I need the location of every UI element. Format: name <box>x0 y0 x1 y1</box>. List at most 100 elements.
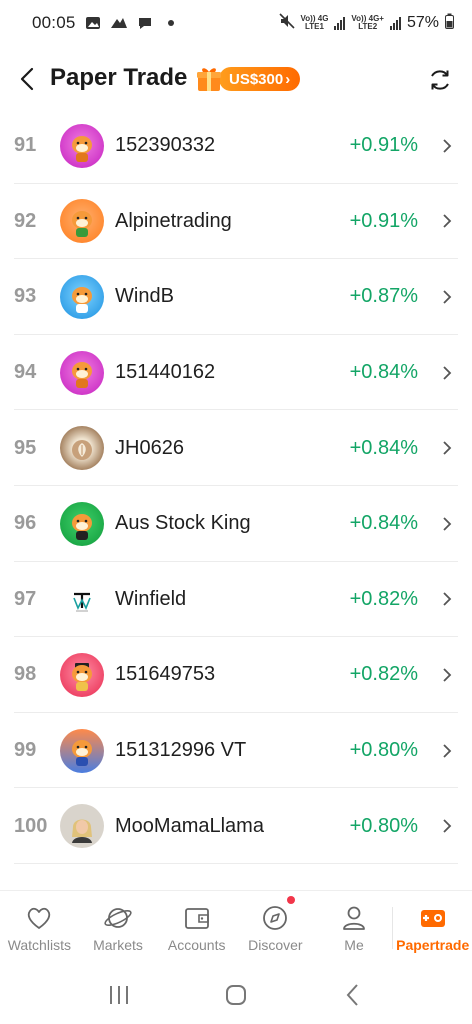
nav-label: Watchlists <box>7 937 71 953</box>
app-header: Paper Trade US$300 › <box>0 52 472 106</box>
rank: 97 <box>14 587 37 610</box>
planet-icon <box>104 908 132 928</box>
promo-chevron-icon: › <box>285 70 291 88</box>
winfield-logo-icon <box>73 593 91 612</box>
chevron-right-icon <box>440 289 454 305</box>
nav-watchlists[interactable]: Watchlists <box>0 891 79 960</box>
list-item[interactable]: 92 Alpinetrading +0.91% <box>0 184 472 260</box>
list-item[interactable]: 93 WindB +0.87% <box>0 259 472 335</box>
bull-mascot-icon <box>72 211 92 238</box>
list-item[interactable]: 98 151649753 +0.82% <box>0 637 472 713</box>
refresh-button[interactable] <box>426 66 454 94</box>
rank: 92 <box>14 209 37 232</box>
username: WindB <box>115 285 174 308</box>
nav-discover[interactable]: Discover <box>236 891 315 960</box>
gallery-icon <box>84 14 102 32</box>
list-item[interactable]: 94 151440162 +0.84% <box>0 335 472 411</box>
sim1-signal-icon <box>334 16 346 30</box>
return-percent: +0.84% <box>349 512 418 535</box>
username: 152390332 <box>115 134 216 157</box>
return-percent: +0.84% <box>349 436 418 459</box>
list-item[interactable]: 91 152390332 +0.91% <box>0 108 472 184</box>
nav-label: Discover <box>248 937 303 953</box>
refresh-icon <box>431 70 449 90</box>
avatar <box>60 199 104 244</box>
rank: 99 <box>14 739 37 762</box>
return-percent: +0.82% <box>349 663 418 686</box>
nav-label: Me <box>344 937 364 953</box>
return-percent: +0.91% <box>349 209 418 232</box>
avatar <box>60 652 104 697</box>
nav-accounts[interactable]: Accounts <box>157 891 236 960</box>
bull-mascot-icon <box>72 362 92 389</box>
nav-me[interactable]: Me <box>315 891 394 960</box>
mute-icon <box>278 12 295 34</box>
system-back-button[interactable] <box>333 975 373 1015</box>
rank: 94 <box>14 361 37 384</box>
return-percent: +0.80% <box>349 814 418 837</box>
status-bar: 00:05 Vo)) 4G LTE1 Vo)) 4G+ LTE2 57% <box>0 0 472 46</box>
bull-mascot-icon <box>72 740 92 767</box>
compass-icon <box>263 906 288 930</box>
chat-icon <box>136 14 154 32</box>
avatar <box>60 350 104 395</box>
bull-mascot-icon <box>72 135 92 162</box>
chevron-right-icon <box>440 743 454 759</box>
page-title: Paper Trade <box>50 64 188 91</box>
rank: 91 <box>14 134 37 157</box>
rank: 100 <box>14 814 48 837</box>
back-arrow-icon <box>346 983 359 1006</box>
heart-icon <box>28 907 51 929</box>
rank: 96 <box>14 512 37 535</box>
recent-apps-icon <box>109 985 128 1004</box>
promo-badge[interactable]: US$300 › <box>195 65 301 93</box>
username: MooMamaLlama <box>115 814 264 837</box>
rank: 95 <box>14 436 37 459</box>
avatar <box>60 501 104 546</box>
chevron-left-icon <box>20 67 34 91</box>
profile-photo-icon <box>72 819 92 843</box>
wallet-icon <box>184 908 209 929</box>
username: 151312996 VT <box>115 739 247 762</box>
nav-markets[interactable]: Markets <box>79 891 158 960</box>
list-item[interactable]: 100 MooMamaLlama +0.80% <box>0 788 472 864</box>
nav-label: Accounts <box>167 937 226 953</box>
status-left: 00:05 <box>32 13 180 33</box>
return-percent: +0.82% <box>349 587 418 610</box>
status-time: 00:05 <box>32 13 76 32</box>
notification-dot <box>286 896 295 904</box>
gift-icon <box>195 65 223 93</box>
person-icon <box>343 906 365 930</box>
nav-divider <box>392 907 393 949</box>
chevron-right-icon <box>440 440 454 456</box>
username: Alpinetrading <box>115 209 232 232</box>
nav-label: Markets <box>93 937 143 953</box>
bull-mascot-icon <box>72 662 92 691</box>
list-item[interactable]: 99 151312996 VT +0.80% <box>0 713 472 789</box>
bull-mascot-icon <box>72 513 92 540</box>
list-item[interactable]: 95 JH0626 +0.84% <box>0 410 472 486</box>
nav-papertrade[interactable]: Papertrade <box>393 891 472 960</box>
avatar <box>60 123 104 168</box>
avatar <box>60 426 104 471</box>
list-item[interactable]: 97 Winfield +0.82% <box>0 562 472 638</box>
home-button[interactable] <box>216 975 256 1015</box>
chevron-right-icon <box>440 516 454 532</box>
rank: 93 <box>14 285 37 308</box>
return-percent: +0.91% <box>349 134 418 157</box>
avatar <box>60 577 104 622</box>
avatar <box>60 728 104 773</box>
username: Winfield <box>115 587 187 610</box>
rank: 98 <box>14 663 37 686</box>
chevron-right-icon <box>440 591 454 607</box>
bottom-nav: Watchlists Markets Accounts Discover Me … <box>0 890 472 960</box>
back-button[interactable] <box>12 64 42 94</box>
username: Aus Stock King <box>115 512 251 535</box>
status-right: Vo)) 4G LTE1 Vo)) 4G+ LTE2 57% <box>278 12 454 34</box>
chevron-right-icon <box>440 667 454 683</box>
latte-art-photo-icon <box>72 439 92 460</box>
home-icon <box>225 984 246 1005</box>
chevron-right-icon <box>440 818 454 834</box>
recent-apps-button[interactable] <box>99 975 139 1015</box>
list-item[interactable]: 96 Aus Stock King +0.84% <box>0 486 472 562</box>
